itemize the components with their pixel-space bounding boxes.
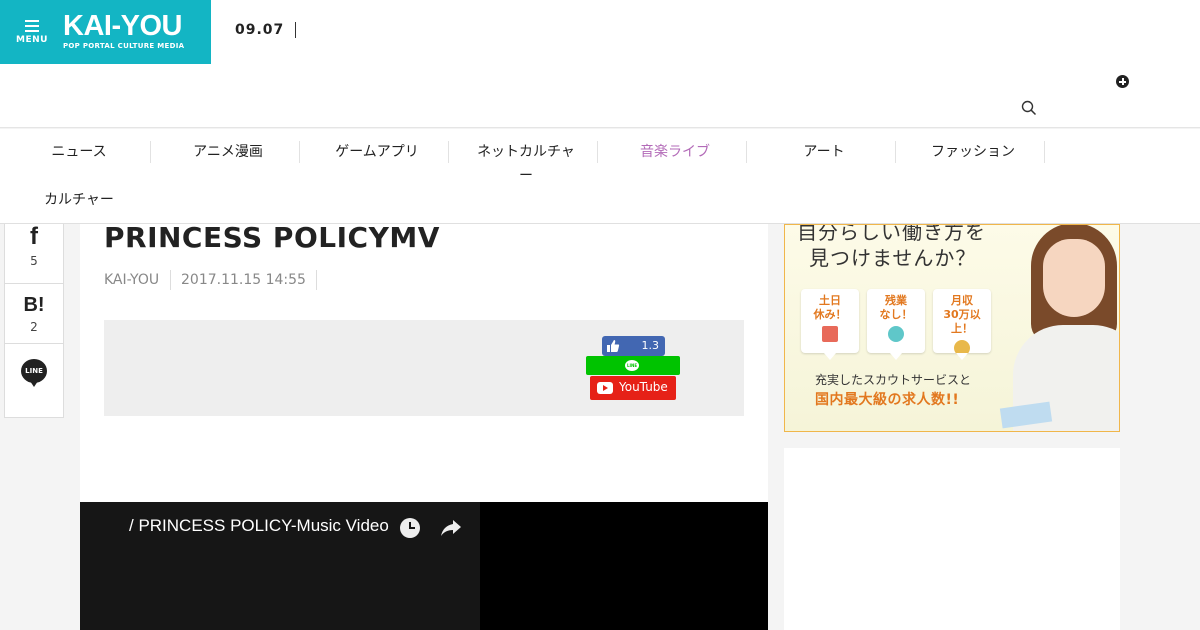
- nav-divider: [895, 141, 896, 163]
- menu-label: MENU: [16, 35, 48, 45]
- meta-divider: [169, 270, 171, 290]
- sidebar-widget: [784, 448, 1120, 630]
- brand-block: MENU KAI-YOU POP PORTAL CULTURE MEDIA: [0, 0, 211, 64]
- ad-headline: 自分らしい働き方を: [797, 224, 986, 244]
- header-date: 09.07: [235, 22, 285, 38]
- header-top: MENU KAI-YOU POP PORTAL CULTURE MEDIA 09…: [0, 0, 1200, 64]
- page: MENU KAI-YOU POP PORTAL CULTURE MEDIA 09…: [0, 0, 1200, 630]
- clock-icon: [888, 326, 904, 342]
- nav-item-fashion[interactable]: ファッション: [918, 140, 1028, 164]
- video-player[interactable]: / PRINCESS POLICY-Music Video: [80, 502, 768, 630]
- facebook-like-button[interactable]: 1.3: [602, 336, 665, 356]
- article-author[interactable]: KAI-YOU: [104, 272, 159, 288]
- yen-coin-icon: [954, 340, 970, 356]
- ad-card-text: 月収 30万以上！: [943, 294, 981, 335]
- line-icon: LINE: [21, 359, 47, 387]
- ad-headline-2: 見つけませんか？: [809, 246, 977, 270]
- nav-divider: [1044, 141, 1045, 163]
- ad-main-text: 国内最大級の求人数!!: [815, 392, 960, 408]
- menu-button[interactable]: MENU: [12, 14, 52, 50]
- youtube-subscribe-button[interactable]: YouTube: [590, 376, 676, 400]
- text-caret: [295, 22, 296, 38]
- facebook-like-count: 1.3: [641, 339, 660, 352]
- category-nav: ニュース アニメ漫画 ゲームアプリ ネットカルチャー 音楽ライブ アート ファッ…: [0, 129, 1200, 224]
- hatena-icon: B!: [23, 294, 45, 316]
- ad-card-text: 残業 なし！: [879, 294, 913, 321]
- ad-card-salary: 月収 30万以上！: [933, 289, 991, 360]
- share-bar: f 5 B! 2 LINE: [4, 224, 64, 418]
- line-button[interactable]: LINE: [586, 356, 680, 375]
- ad-card-holidays: 土日 休み！: [801, 289, 859, 360]
- calendar-icon: [822, 326, 838, 342]
- youtube-icon: [597, 382, 613, 394]
- video-title[interactable]: / PRINCESS POLICY-Music Video: [129, 516, 391, 538]
- nav-item-game[interactable]: ゲームアプリ: [322, 140, 432, 164]
- hamburger-icon: [25, 20, 39, 32]
- nav-item-net[interactable]: ネットカルチャー: [471, 140, 581, 184]
- video-frame[interactable]: / PRINCESS POLICY-Music Video: [80, 502, 480, 630]
- share-arrow-icon[interactable]: [440, 518, 462, 538]
- article: PRINCESS POLICYMV KAI-YOU 2017.11.15 14:…: [80, 224, 768, 630]
- logo-subtitle: POP PORTAL CULTURE MEDIA: [63, 42, 185, 50]
- facebook-icon: f: [30, 223, 38, 250]
- article-title: PRINCESS POLICYMV: [104, 221, 440, 254]
- thumbs-up-icon: [607, 340, 620, 352]
- nav-divider: [597, 141, 598, 163]
- article-timestamp: 2017.11.15 14:55: [181, 272, 306, 288]
- ad-banner[interactable]: 自分らしい働き方を 見つけませんか？ 土日 休み！ 残業 なし！ 月収 30万以…: [784, 224, 1120, 432]
- nav-divider: [150, 141, 151, 163]
- ad-person-image: [999, 225, 1119, 431]
- hatena-bookmark-button[interactable]: B! 2: [5, 284, 63, 344]
- nav-item-news[interactable]: ニュース: [24, 140, 134, 164]
- ad-card-text: 土日 休み！: [813, 294, 847, 321]
- social-embed-box: 1.3 LINE YouTube: [104, 320, 744, 416]
- nav-item-anime[interactable]: アニメ漫画: [173, 140, 283, 164]
- line-icon: LINE: [625, 360, 639, 371]
- facebook-share-button[interactable]: f 5: [5, 224, 63, 284]
- nav-item-art[interactable]: アート: [769, 140, 879, 164]
- article-meta: KAI-YOU 2017.11.15 14:55: [104, 270, 323, 290]
- youtube-label: YouTube: [619, 380, 668, 394]
- ad-card-overtime: 残業 なし！: [867, 289, 925, 360]
- header-toolbar: [0, 64, 1200, 128]
- logo-text: KAI-YOU: [63, 10, 182, 42]
- meta-divider: [316, 270, 318, 290]
- plus-circle-icon[interactable]: [1116, 75, 1129, 88]
- ad-subtext: 充実したスカウトサービスと: [815, 373, 972, 387]
- nav-item-culture[interactable]: カルチャー: [24, 188, 134, 212]
- nav-divider: [448, 141, 449, 163]
- search-icon[interactable]: [1021, 100, 1037, 116]
- site-logo[interactable]: KAI-YOU POP PORTAL CULTURE MEDIA: [63, 11, 184, 50]
- watch-later-icon[interactable]: [400, 518, 420, 538]
- nav-divider: [746, 141, 747, 163]
- nav-divider: [299, 141, 300, 163]
- hatena-count: 2: [30, 320, 38, 334]
- nav-item-music[interactable]: 音楽ライブ: [620, 140, 730, 164]
- facebook-share-count: 5: [30, 254, 38, 268]
- line-share-button[interactable]: LINE: [5, 359, 63, 417]
